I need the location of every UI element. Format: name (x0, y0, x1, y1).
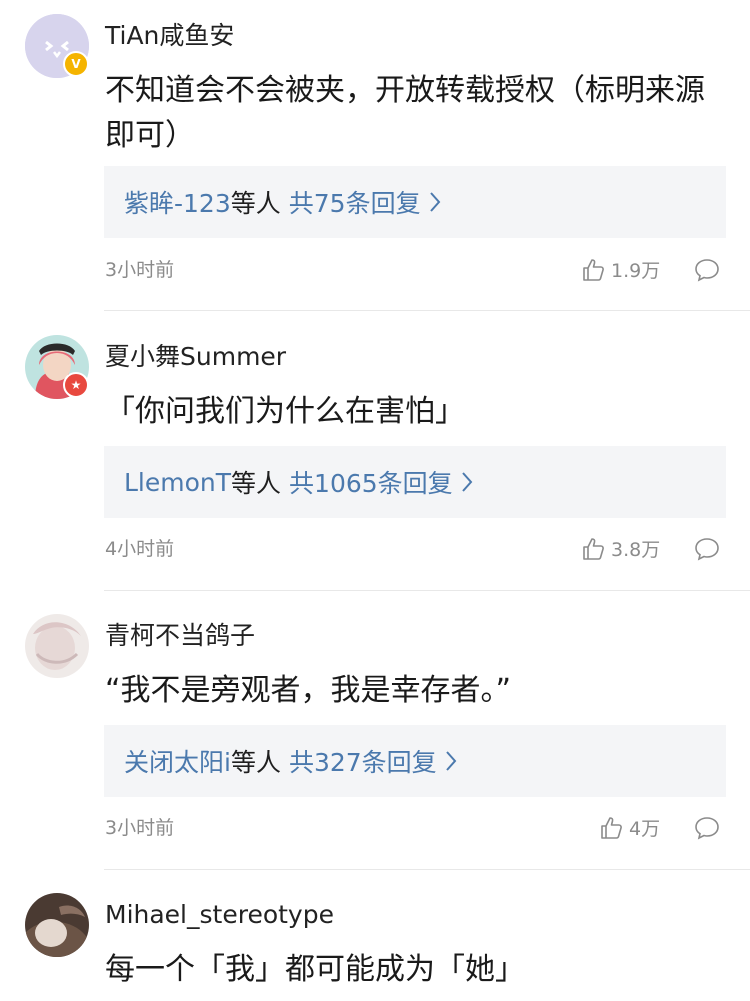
reply-others-label: 等人 (230, 189, 281, 218)
like-button[interactable]: 1.9万 (581, 256, 660, 283)
comment-text: “我不是旁观者，我是幸存者。” (105, 673, 512, 708)
avatar-photo-icon (25, 893, 89, 957)
reply-others-label: 等人 (230, 748, 281, 777)
reply-count[interactable]: 共1065条回复 (289, 464, 453, 500)
comment-time: 3小时前 (105, 817, 175, 839)
thumbs-up-icon (583, 258, 604, 281)
comment-bubble-icon (695, 538, 719, 561)
avatar-photo-icon (25, 614, 89, 678)
reply-summary[interactable]: 紫眸-123 等人 共75条回复 (104, 166, 726, 238)
reply-user[interactable]: 关闭太阳i (124, 743, 231, 779)
reply-others-label: 等人 (231, 469, 282, 498)
comment-time: 4小时前 (105, 538, 175, 560)
comment-text: 每一个「我」都可能成为「她」 (105, 952, 525, 987)
divider (104, 869, 750, 870)
avatar[interactable] (25, 893, 89, 957)
avatar[interactable] (25, 614, 89, 678)
like-button[interactable]: 4万 (599, 814, 660, 841)
comment-username[interactable]: TiAn咸鱼安 (105, 18, 234, 54)
like-count: 1.9万 (611, 260, 661, 282)
comment-time: 3小时前 (105, 259, 175, 281)
divider (104, 590, 750, 591)
chevron-right-icon (429, 191, 441, 213)
verified-badge-icon: V (63, 51, 89, 77)
reply-button[interactable] (694, 537, 720, 565)
comment-username[interactable]: Mihael_stereotype (105, 897, 334, 933)
comment-item: V TiAn咸鱼安 不知道会不会被夹，开放转载授权（标明来源即可） 紫眸-123… (0, 0, 750, 311)
chevron-right-icon (461, 471, 473, 493)
comment-item: Mihael_stereotype 每一个「我」都可能成为「她」 (0, 880, 750, 1001)
comment-item: ★ 夏小舞Summer 「你问我们为什么在害怕」 LlemonT 等人 共106… (0, 322, 750, 601)
reply-button[interactable] (694, 258, 720, 286)
comment-bubble-icon (695, 259, 719, 282)
divider (104, 310, 750, 311)
chevron-right-icon (445, 750, 457, 772)
reply-user[interactable]: 紫眸-123 (124, 184, 231, 220)
comment-item: 青柯不当鸽子 “我不是旁观者，我是幸存者。” 关闭太阳i 等人 共327条回复 … (0, 601, 750, 880)
comment-username[interactable]: 夏小舞Summer (105, 339, 286, 375)
reply-button[interactable] (694, 816, 720, 844)
like-count: 4万 (629, 818, 661, 840)
comment-text: 不知道会不会被夹，开放转载授权（标明来源即可） (105, 73, 705, 153)
thumbs-up-icon (601, 816, 622, 839)
reply-summary[interactable]: LlemonT 等人 共1065条回复 (104, 446, 726, 518)
comment-username[interactable]: 青柯不当鸽子 (105, 618, 255, 654)
comment-bubble-icon (695, 817, 719, 840)
like-button[interactable]: 3.8万 (581, 535, 660, 562)
thumbs-up-icon (583, 537, 604, 560)
reply-summary[interactable]: 关闭太阳i 等人 共327条回复 (104, 725, 726, 797)
reply-count[interactable]: 共75条回复 (289, 184, 421, 220)
comment-text: 「你问我们为什么在害怕」 (105, 394, 465, 429)
reply-count[interactable]: 共327条回复 (289, 743, 437, 779)
like-count: 3.8万 (611, 539, 661, 561)
star-badge-icon: ★ (63, 372, 89, 398)
reply-user[interactable]: LlemonT (124, 468, 231, 497)
